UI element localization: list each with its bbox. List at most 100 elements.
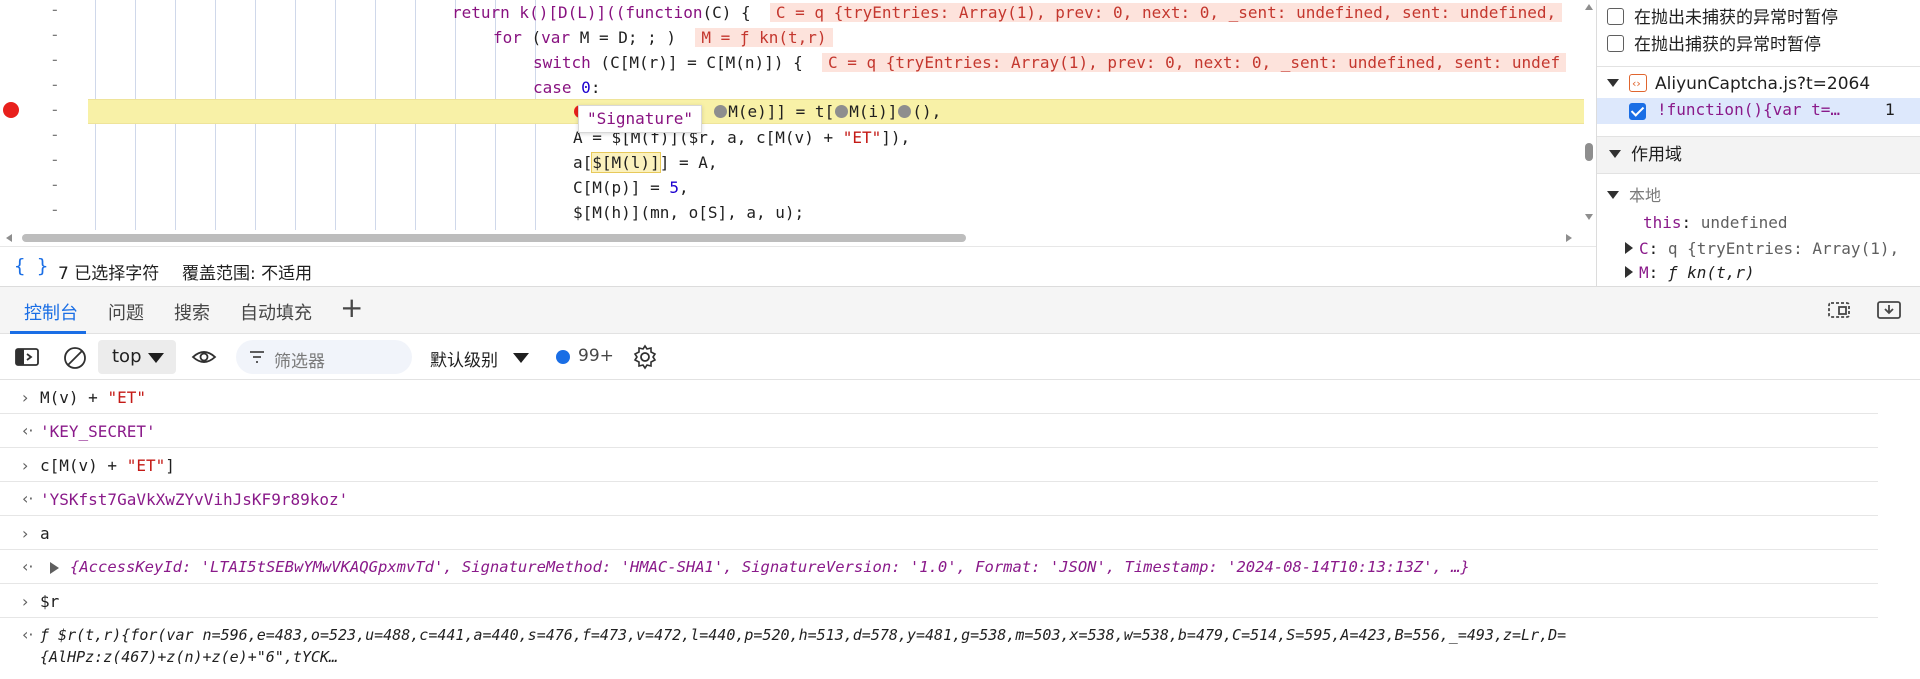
drawer-tab-bar: 控制台 问题 搜索 自动填充 + (0, 286, 1920, 334)
gutter-marker[interactable]: - (50, 150, 70, 169)
console-result-row[interactable]: ‹· 'KEY_SECRET' (0, 414, 1878, 448)
code-line[interactable]: C[M(p)] = 5, (573, 175, 689, 200)
scroll-down-icon[interactable] (1585, 214, 1593, 220)
console-toolbar: top 筛选器 默认级别 99+ (0, 334, 1920, 380)
checkbox-icon[interactable] (1607, 8, 1624, 25)
gutter-marker[interactable]: - (50, 125, 70, 144)
gutter-marker[interactable]: - (50, 50, 70, 69)
inline-breakpoint-icon[interactable] (714, 105, 728, 118)
divider (1597, 66, 1920, 67)
breakpoint-line-number: 1 (1885, 100, 1896, 119)
gutter-marker[interactable]: - (50, 25, 70, 44)
sources-panel: - - - - - - - - - return k()[D(L)]((func… (0, 0, 1920, 287)
chevron-down-icon[interactable] (1609, 150, 1621, 158)
console-code: a (40, 524, 50, 543)
gutter-marker[interactable]: - (50, 75, 70, 94)
hover-value-tooltip: "Signature" (578, 105, 702, 133)
code-line[interactable]: $[M(h)](mn, o[S], a, u); (573, 200, 804, 225)
gutter-marker[interactable]: - (50, 0, 70, 19)
code-text: a[ (573, 153, 593, 172)
tab-autofill[interactable]: 自动填充 (240, 299, 312, 325)
scope-section-header[interactable]: 作用域 (1597, 136, 1920, 174)
scope-var-c[interactable]: C: q {tryEntries: Array(1), (1625, 236, 1899, 262)
scroll-right-icon[interactable] (1566, 234, 1572, 242)
breakpoint-file-group[interactable]: AliyunCaptcha.js?t=2064 (1607, 71, 1870, 97)
dock-side-icon[interactable] (1826, 299, 1852, 321)
console-function-preview[interactable]: ƒ $r(t,r){for(var n=596,e=483,o=523,u=48… (40, 626, 1566, 644)
vertical-scrollbar[interactable] (1582, 0, 1596, 228)
breakpoint-code: !function(){var t=… (1657, 100, 1841, 119)
gutter-marker[interactable]: - (50, 200, 70, 219)
code-line[interactable]: case 0: (533, 75, 600, 100)
pretty-print-icon[interactable]: { } (14, 255, 48, 277)
horizontal-scrollbar[interactable] (0, 230, 1596, 246)
chevron-down-icon[interactable] (1607, 191, 1619, 199)
chevron-right-icon[interactable] (1625, 266, 1633, 278)
breakpoint-marker[interactable] (3, 102, 19, 118)
chevron-right-icon[interactable] (1625, 242, 1633, 254)
scroll-left-icon[interactable] (6, 234, 12, 242)
settings-gear-icon[interactable] (632, 344, 658, 370)
line-gutter[interactable]: - - - - - - - - - (0, 0, 88, 236)
scrollbar-thumb[interactable] (22, 234, 966, 242)
close-drawer-icon[interactable] (1876, 299, 1902, 321)
tab-search[interactable]: 搜索 (174, 299, 210, 325)
inline-breakpoint-icon[interactable] (898, 105, 912, 118)
console-result[interactable]: 'YSKfst7GaVkXwZYvVihJsKF9r89koz' (40, 490, 348, 509)
console-result-row[interactable]: ‹· {AccessKeyId: 'LTAI5tSEBwYMwVKAQGpxmv… (0, 550, 1878, 584)
console-code: c[M(v) + (40, 456, 127, 475)
inline-breakpoint-icon[interactable] (835, 105, 849, 118)
console-input-row[interactable]: › a (0, 516, 1878, 550)
code-line[interactable]: for (var M = D; ; ) M = ƒ kn(t,r) (493, 25, 833, 50)
issues-count[interactable]: 99+ (578, 346, 614, 366)
option-label: 在抛出捕获的异常时暂停 (1634, 35, 1821, 55)
code-editor[interactable]: - - - - - - - - - return k()[D(L)]((func… (0, 0, 1596, 246)
breakpoint-item[interactable]: !function(){var t=… 1 (1597, 98, 1920, 124)
expand-object-icon[interactable] (50, 562, 59, 574)
tab-issues[interactable]: 问题 (108, 299, 144, 325)
result-arrow-icon: ‹· (22, 489, 34, 508)
checkbox-icon[interactable] (1607, 35, 1624, 52)
console-result-row[interactable]: ‹· ƒ $r(t,r){for(var n=596,e=483,o=523,u… (0, 618, 1878, 676)
chevron-down-icon[interactable] (1607, 79, 1619, 87)
code-text: , (678, 178, 689, 197)
filter-icon (250, 351, 264, 363)
code-keyword: for (493, 28, 522, 47)
sidebar-toggle-icon[interactable] (14, 346, 40, 368)
console-input-row[interactable]: › $r (0, 584, 1878, 618)
console-input-row[interactable]: › c[M(v) + "ET"] (0, 448, 1878, 482)
add-tab-icon[interactable]: + (340, 291, 363, 324)
console-result-row[interactable]: ‹· 'YSKfst7GaVkXwZYvVihJsKF9r89koz' (0, 482, 1878, 516)
code-line[interactable]: a[$[M(l)]] = A, (573, 150, 718, 175)
scroll-up-icon[interactable] (1585, 4, 1593, 10)
hovered-expression[interactable]: $[M(l)] (591, 152, 661, 173)
dropdown-arrow-icon[interactable] (513, 353, 529, 363)
scrollbar-thumb[interactable] (1585, 143, 1593, 161)
filter-input[interactable]: 筛选器 (236, 340, 412, 374)
tab-console[interactable]: 控制台 (24, 299, 78, 325)
code-line[interactable]: switch (C[M(r)] = C[M(n)]) { C = q {tryE… (533, 50, 1567, 75)
scope-var-this[interactable]: this: undefined (1643, 210, 1788, 236)
console-result[interactable]: 'KEY_SECRET' (40, 422, 156, 441)
gutter-marker[interactable]: - (50, 100, 70, 119)
clear-console-icon[interactable] (62, 345, 88, 371)
checkbox-checked-icon[interactable] (1629, 103, 1646, 120)
filter-placeholder: 筛选器 (274, 352, 325, 372)
code-text: M(e)]] = t[ (728, 102, 835, 121)
console-input-row[interactable]: › M(v) + "ET" (0, 380, 1878, 414)
pause-uncaught-option[interactable]: 在抛出未捕获的异常时暂停 (1607, 5, 1838, 31)
scope-var-m[interactable]: M: ƒ kn(t,r) (1625, 260, 1755, 286)
issues-badge-icon[interactable] (556, 350, 570, 364)
pause-caught-option[interactable]: 在抛出捕获的异常时暂停 (1607, 32, 1821, 58)
log-level-selector[interactable]: 默认级别 (430, 346, 498, 371)
gutter-marker[interactable]: - (50, 175, 70, 194)
var-value: undefined (1700, 213, 1788, 232)
console-output[interactable]: › M(v) + "ET" ‹· 'KEY_SECRET' › c[M(v) +… (0, 380, 1920, 679)
live-expression-eye-icon[interactable] (190, 345, 218, 369)
context-selector[interactable]: top (98, 340, 176, 374)
local-scope-header[interactable]: 本地 (1607, 183, 1661, 209)
code-line[interactable]: return k()[D(L)]((function(C) { C = q {t… (452, 0, 1563, 25)
console-function-preview[interactable]: {AlHPz:z(467)+z(n)+z(e)+"6",tYCK… (40, 648, 338, 666)
code-keyword: case (533, 78, 572, 97)
console-object-preview[interactable]: {AccessKeyId: 'LTAI5tSEBwYMwVKAQGpxmvTd'… (70, 558, 1470, 576)
